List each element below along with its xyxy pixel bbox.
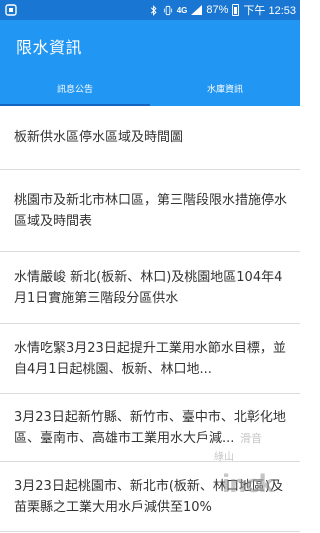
status-icons: 4G 87% 下午 12:53: [149, 0, 296, 20]
list-item-text: 水情嚴峻 新北(板新、林口)及桃園地區104年4月1日實施第三階段分區供水: [14, 269, 283, 306]
app-title: 限水資訊: [16, 38, 83, 57]
status-time: 下午 12:53: [243, 5, 296, 17]
status-bar: 4G 87% 下午 12:53: [0, 0, 300, 20]
list-item-text: 3月23日起新竹縣、新竹市、臺中市、北彰化地區、臺南市、高雄市工業用水大戶減..…: [14, 409, 286, 446]
network-4g-icon: 4G: [176, 5, 188, 15]
list-item[interactable]: 水情嚴峻 新北(板新、林口)及桃園地區104年4月1日實施第三階段分區供水: [0, 252, 300, 324]
tab-label: 水庫資訊: [206, 84, 243, 95]
tab-bar: 訊息公告 水庫資訊: [0, 70, 300, 106]
list-item[interactable]: 3月23日起新竹縣、新竹市、臺中市、北彰化地區、臺南市、高雄市工業用水大戶減..…: [0, 394, 300, 462]
list-item[interactable]: 桃園市及新北市林口區，第三階段限水措施停水區域及時間表: [0, 170, 300, 252]
list-item-text: 3月23日起桃園市、新北市(板新、林口地區)及苗栗縣之工業大用水戶減供至10%: [14, 478, 283, 515]
app-notification-icon: [5, 4, 17, 16]
signal-icon: [191, 5, 203, 15]
battery-icon: [232, 4, 240, 16]
list-item-text: 桃園市及新北市林口區，第三階段限水措施停水區域及時間表: [14, 192, 288, 229]
bluetooth-icon: [150, 4, 157, 16]
list-item-text: 水情吃緊3月23日起提升工業用水節水目標，並自4月1日起桃園、板新、林口地...: [14, 340, 286, 377]
vibrate-icon: [163, 5, 172, 15]
announcement-list: 板新供水區停水區域及時間圖 桃園市及新北市林口區，第三階段限水措施停水區域及時間…: [0, 106, 300, 532]
battery-percent: 87%: [206, 4, 229, 16]
list-item[interactable]: 3月23日起桃園市、新北市(板新、林口地區)及苗栗縣之工業大用水戶減供至10%: [0, 462, 300, 532]
list-item-text: 板新供水區停水區域及時間圖: [14, 130, 184, 145]
list-item[interactable]: 板新供水區停水區域及時間圖: [0, 106, 300, 170]
tab-announcements[interactable]: 訊息公告: [0, 70, 150, 106]
tab-reservoir-info[interactable]: 水庫資訊: [150, 70, 300, 106]
app-bar: 限水資訊: [0, 20, 300, 70]
list-item[interactable]: 水情吃緊3月23日起提升工業用水節水目標，並自4月1日起桃園、板新、林口地...: [0, 324, 300, 394]
tab-label: 訊息公告: [56, 84, 93, 95]
